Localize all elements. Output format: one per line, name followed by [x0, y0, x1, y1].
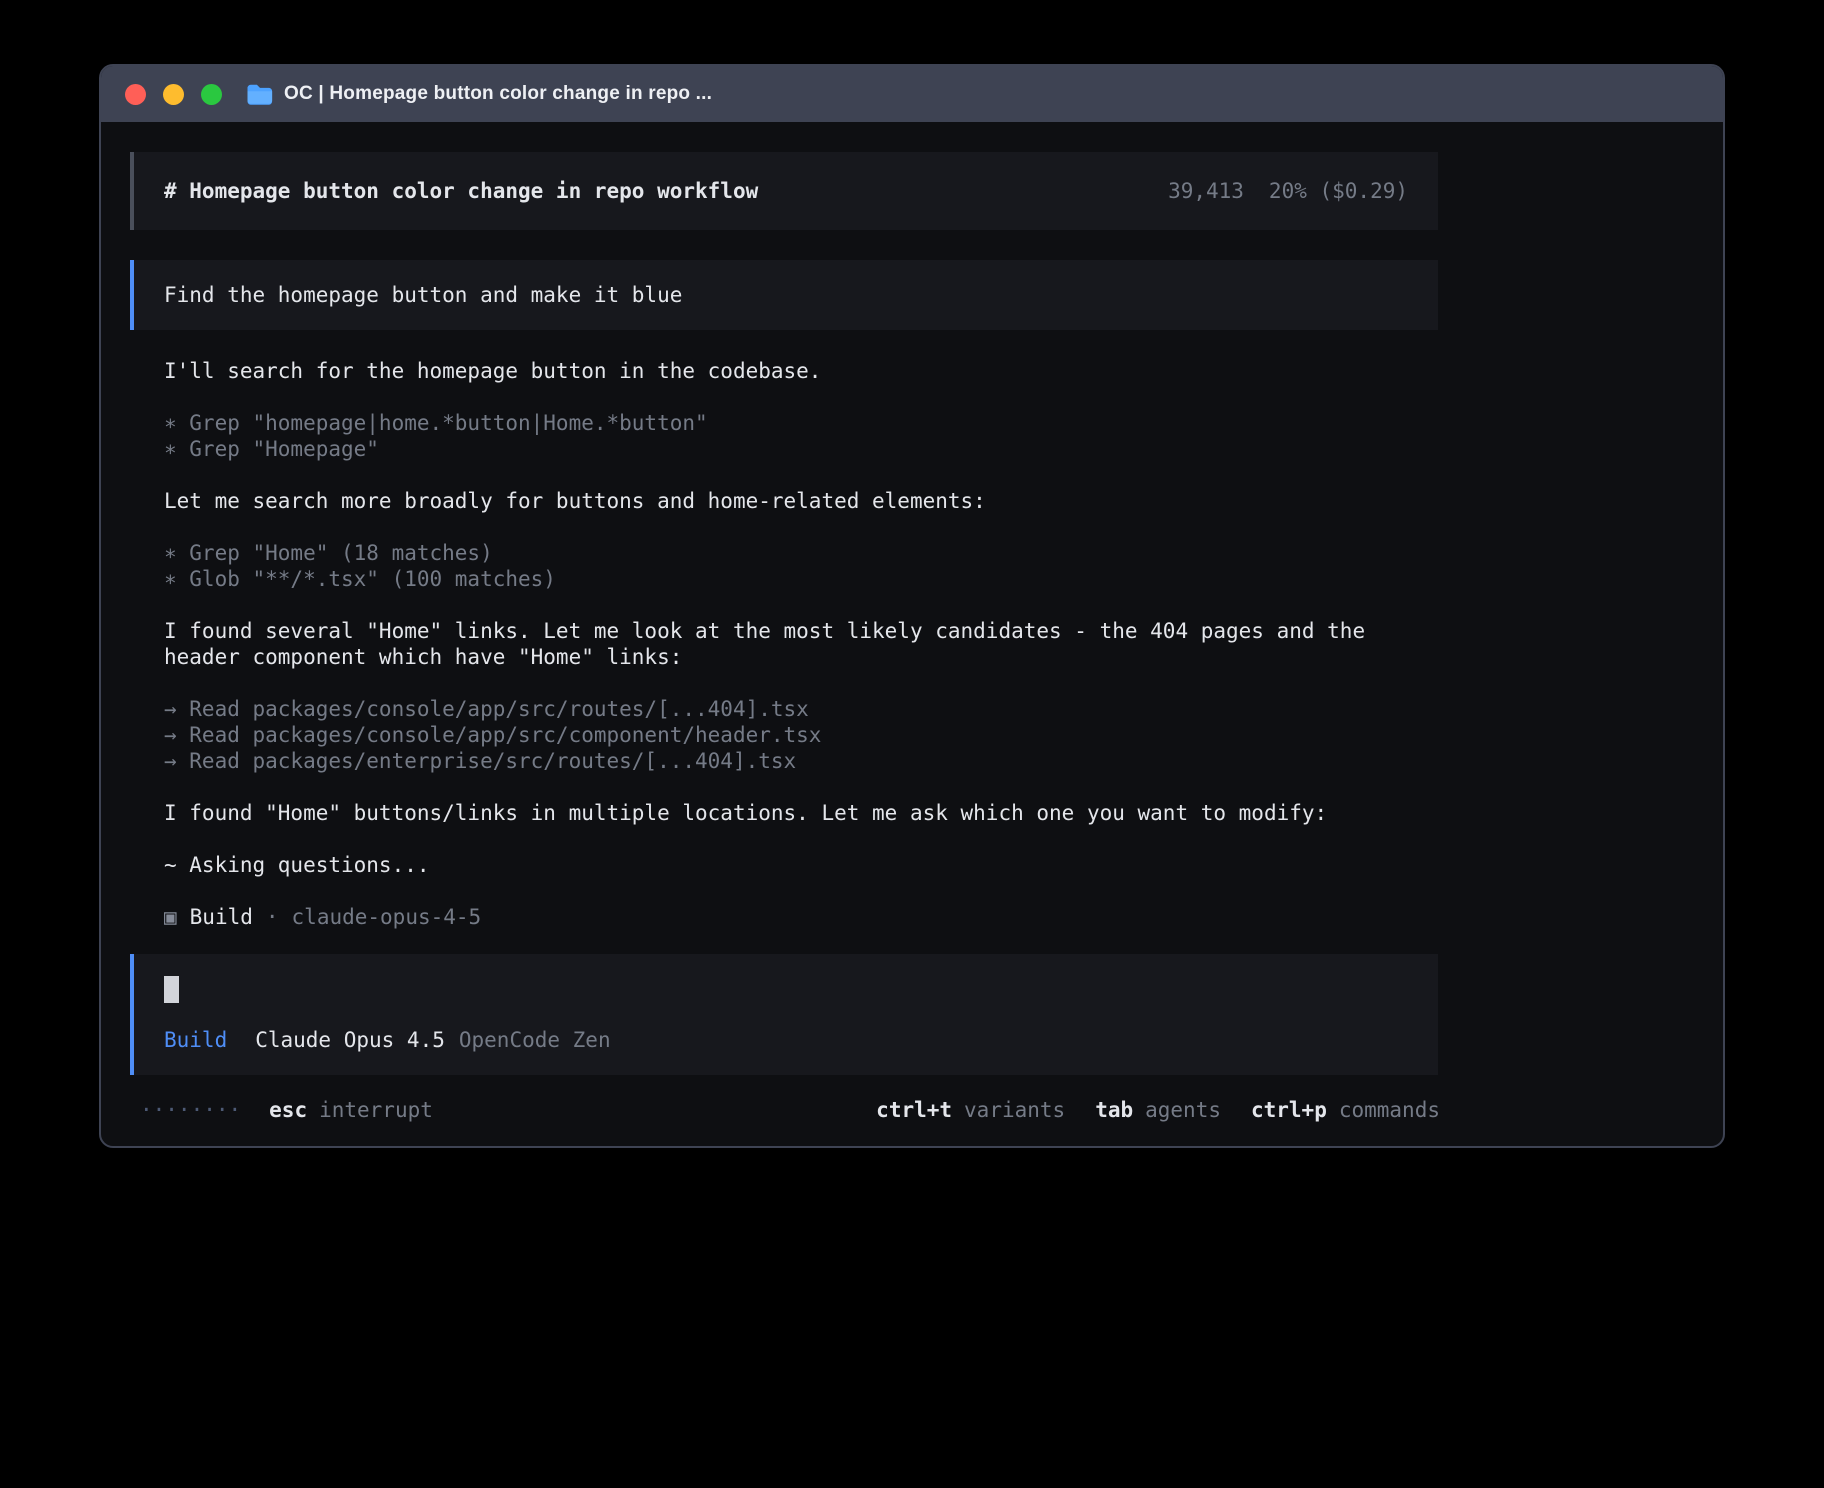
tool-call-read: → Read packages/enterprise/src/routes/[.… [164, 748, 1438, 774]
hint-key: ctrl+t [876, 1097, 952, 1123]
spinner-dots: ········ [140, 1097, 241, 1123]
context-usage: 20% ($0.29) [1269, 178, 1408, 204]
input-footer: Build Claude Opus 4.5 OpenCode Zen [164, 1027, 1408, 1053]
assistant-text: Let me search more broadly for buttons a… [164, 488, 1438, 514]
tool-calls: ∗ Grep "homepage|home.*button|Home.*butt… [164, 410, 1438, 462]
user-message-text: Find the homepage button and make it blu… [164, 282, 1408, 308]
prompt-input[interactable]: Build Claude Opus 4.5 OpenCode Zen [130, 954, 1438, 1075]
tool-call-glob: ∗ Glob "**/*.tsx" (100 matches) [164, 566, 1438, 592]
esc-key-hint: esc [269, 1097, 307, 1123]
hint-variants: ctrl+t variants [876, 1097, 1065, 1123]
terminal-window: OC | Homepage button color change in rep… [99, 64, 1725, 1148]
traffic-lights [125, 84, 222, 105]
folder-icon [246, 83, 273, 106]
session-stats: 39,413 20% ($0.29) [1168, 178, 1408, 204]
assistant-status-text: ~ Asking questions... [164, 852, 1438, 878]
model-label: Claude Opus 4.5 [255, 1027, 445, 1053]
provider-label: OpenCode Zen [459, 1027, 611, 1053]
hint-label: agents [1145, 1097, 1221, 1123]
minimize-button[interactable] [163, 84, 184, 105]
assistant-text: I found several "Home" links. Let me loo… [164, 618, 1438, 670]
window-title: OC | Homepage button color change in rep… [284, 83, 712, 105]
title-group: OC | Homepage button color change in rep… [246, 83, 712, 106]
agent-icon: ▣ [164, 904, 177, 930]
hint-key: ctrl+p [1251, 1097, 1327, 1123]
zoom-button[interactable] [201, 84, 222, 105]
user-message: Find the homepage button and make it blu… [130, 260, 1438, 330]
status-right: ctrl+t variants tab agents ctrl+p comman… [876, 1097, 1440, 1123]
agent-model: claude-opus-4-5 [292, 904, 482, 930]
titlebar[interactable]: OC | Homepage button color change in rep… [101, 66, 1723, 122]
tool-call-read: → Read packages/console/app/src/routes/[… [164, 696, 1438, 722]
token-count: 39,413 [1168, 178, 1244, 204]
tool-call-grep: ∗ Grep "homepage|home.*button|Home.*butt… [164, 410, 1438, 436]
tool-calls: ∗ Grep "Home" (18 matches) ∗ Glob "**/*.… [164, 540, 1438, 592]
session-title: # Homepage button color change in repo w… [164, 178, 758, 204]
conversation: I'll search for the homepage button in t… [130, 358, 1438, 930]
status-left: ········ esc interrupt [140, 1097, 433, 1123]
text-cursor [164, 976, 179, 1003]
agent-status-line: ▣ Build · claude-opus-4-5 [164, 904, 1438, 930]
esc-key-label: interrupt [319, 1097, 433, 1123]
tool-calls: → Read packages/console/app/src/routes/[… [164, 696, 1438, 774]
agent-name: Build [190, 904, 253, 930]
close-button[interactable] [125, 84, 146, 105]
tool-call-grep: ∗ Grep "Homepage" [164, 436, 1438, 462]
mode-label: Build [164, 1027, 227, 1053]
session-header: # Homepage button color change in repo w… [130, 152, 1438, 230]
tool-call-grep: ∗ Grep "Home" (18 matches) [164, 540, 1438, 566]
assistant-text: I'll search for the homepage button in t… [164, 358, 1438, 384]
dot-separator: · [266, 904, 279, 930]
assistant-text: I found "Home" buttons/links in multiple… [164, 800, 1438, 826]
tool-call-read: → Read packages/console/app/src/componen… [164, 722, 1438, 748]
hint-label: commands [1339, 1097, 1440, 1123]
hint-key: tab [1095, 1097, 1133, 1123]
hint-agents: tab agents [1095, 1097, 1221, 1123]
hint-label: variants [964, 1097, 1065, 1123]
hint-commands: ctrl+p commands [1251, 1097, 1440, 1123]
status-bar: ········ esc interrupt ctrl+t variants t… [130, 1097, 1440, 1123]
terminal-content: # Homepage button color change in repo w… [101, 122, 1723, 1123]
